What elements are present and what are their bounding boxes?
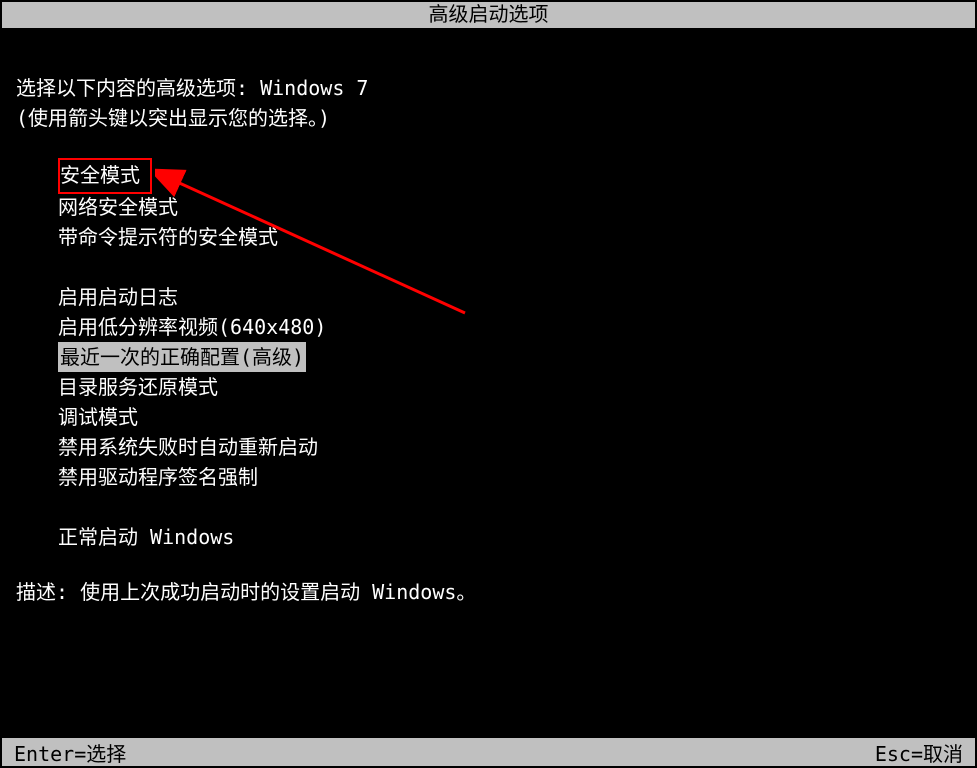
title-bar: 高级启动选项 (0, 0, 977, 28)
description-section: 描述: 使用上次成功启动时的设置启动 Windows。 (16, 577, 961, 607)
description-text: 使用上次成功启动时的设置启动 Windows。 (80, 580, 476, 604)
prompt-line: 选择以下内容的高级选项: Windows 7 (16, 73, 961, 103)
footer-bar: Enter=选择 Esc=取消 (2, 738, 975, 766)
menu-item-safe-mode[interactable]: 安全模式 (58, 158, 152, 194)
menu-item-ds-restore[interactable]: 目录服务还原模式 (58, 372, 961, 402)
menu-item-disable-driver-sig[interactable]: 禁用驱动程序签名强制 (58, 462, 961, 492)
menu-item-debug-mode[interactable]: 调试模式 (58, 402, 961, 432)
prompt-os: Windows 7 (260, 76, 368, 100)
footer-enter-label: Enter=选择 (14, 738, 126, 767)
page-title: 高级启动选项 (429, 2, 549, 26)
menu-item-start-normally[interactable]: 正常启动 Windows (58, 522, 961, 552)
main-content: 选择以下内容的高级选项: Windows 7 (使用箭头键以突出显示您的选择。)… (0, 28, 977, 607)
menu-item-low-res-video[interactable]: 启用低分辨率视频(640x480) (58, 312, 961, 342)
menu-item-safe-mode-networking[interactable]: 网络安全模式 (58, 192, 961, 222)
prompt-prefix: 选择以下内容的高级选项: (16, 76, 260, 100)
menu-item-disable-auto-restart[interactable]: 禁用系统失败时自动重新启动 (58, 432, 961, 462)
boot-menu[interactable]: 安全模式 网络安全模式 带命令提示符的安全模式 启用启动日志 启用低分辨率视频(… (16, 158, 961, 552)
menu-item-last-known-good[interactable]: 最近一次的正确配置(高级) (58, 342, 306, 372)
menu-item-safe-mode-cmd[interactable]: 带命令提示符的安全模式 (58, 222, 961, 252)
menu-spacer (58, 252, 961, 282)
description-prefix: 描述: (16, 580, 80, 604)
menu-spacer (58, 492, 961, 522)
hint-line: (使用箭头键以突出显示您的选择。) (16, 103, 961, 133)
menu-item-boot-logging[interactable]: 启用启动日志 (58, 282, 961, 312)
footer-esc-label: Esc=取消 (875, 738, 963, 767)
